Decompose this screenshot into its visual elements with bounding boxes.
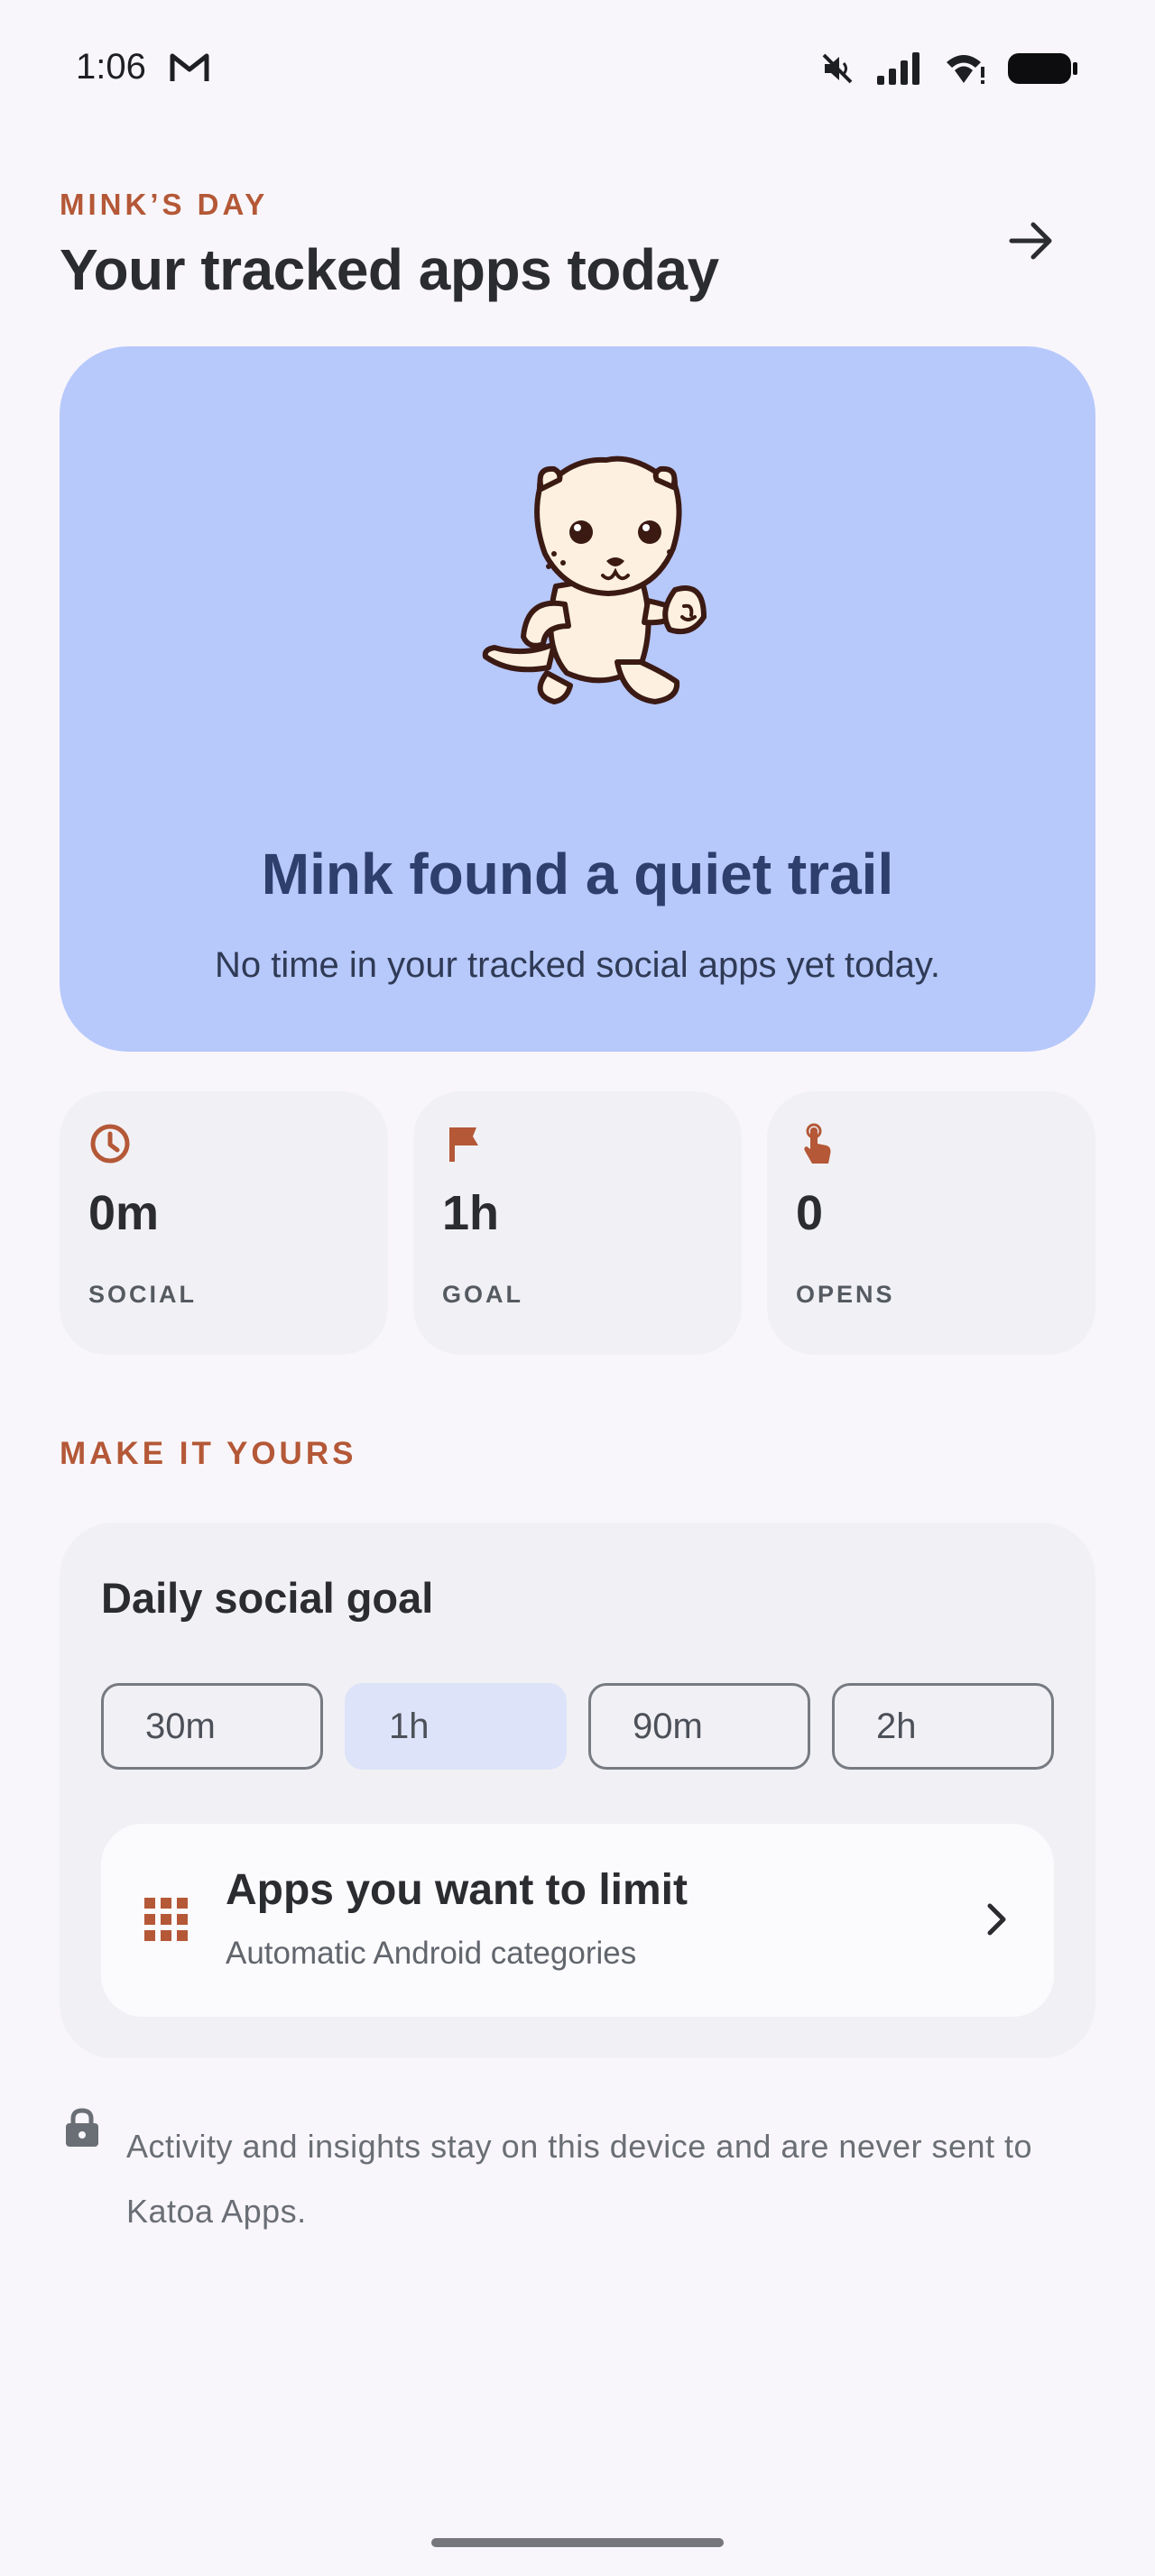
stat-label: GOAL	[442, 1281, 523, 1308]
mink-mascot-illustration	[482, 455, 707, 704]
goal-chip-30m[interactable]: 30m	[101, 1683, 323, 1770]
status-icons	[819, 51, 1079, 87]
status-time: 1:06	[76, 47, 146, 87]
chevron-right-icon	[987, 1903, 1006, 1936]
apps-row-subtitle: Automatic Android categories	[226, 1936, 637, 1971]
home-indicator[interactable]	[431, 2538, 724, 2547]
stat-card-opens: 0 OPENS	[767, 1091, 1095, 1355]
stat-value: 0	[796, 1186, 824, 1240]
status-bar: 1:06	[0, 0, 1155, 135]
privacy-note: Activity and insights stay on this devic…	[126, 2128, 1033, 2230]
stat-value: 1h	[442, 1186, 500, 1240]
hero-subtitle: No time in your tracked social apps yet …	[214, 945, 941, 985]
daily-goal-title: Daily social goal	[101, 1574, 434, 1622]
section-title: MAKE IT YOURS	[60, 1436, 357, 1471]
goal-chip-1h[interactable]: 1h	[345, 1683, 567, 1770]
apps-grid-icon	[144, 1898, 188, 1941]
hero-card: Mink found a quiet trail No time in your…	[60, 346, 1095, 1052]
hero-title: Mink found a quiet trail	[261, 842, 894, 906]
mute-icon	[822, 53, 853, 84]
tap-icon	[804, 1123, 831, 1164]
wifi-icon	[947, 55, 984, 84]
clock-icon	[90, 1124, 130, 1164]
settings-card: Daily social goal 30m 1h 90m 2h Apps you…	[60, 1523, 1095, 2058]
stat-label: SOCIAL	[88, 1281, 198, 1308]
app-screen: 1:06 MINK’S DAY Your tracked apps today …	[0, 0, 1155, 2576]
signal-icon	[877, 52, 919, 85]
battery-icon	[1008, 53, 1077, 84]
goal-chip-90m[interactable]: 90m	[588, 1683, 810, 1770]
goal-chip-2h[interactable]: 2h	[832, 1683, 1054, 1770]
next-button[interactable]	[1000, 209, 1063, 272]
apps-row-title: Apps you want to limit	[226, 1866, 688, 1914]
arrow-right-icon	[1009, 222, 1052, 260]
lock-icon	[66, 2108, 98, 2147]
goal-options: 30m 1h 90m 2h	[101, 1683, 1054, 1770]
apps-to-limit-row[interactable]: Apps you want to limit Automatic Android…	[101, 1824, 1054, 2017]
gmail-icon	[170, 53, 209, 81]
stats-row: 0m SOCIAL 1h GOAL 0 OPENS	[60, 1091, 1095, 1355]
stat-card-social: 0m SOCIAL	[60, 1091, 388, 1355]
stat-label: OPENS	[796, 1281, 895, 1308]
stat-card-goal: 1h GOAL	[413, 1091, 742, 1355]
stat-value: 0m	[88, 1186, 160, 1240]
flag-icon	[449, 1127, 478, 1162]
eyebrow-label: MINK’S DAY	[60, 188, 269, 221]
page-title: Your tracked apps today	[60, 237, 719, 302]
